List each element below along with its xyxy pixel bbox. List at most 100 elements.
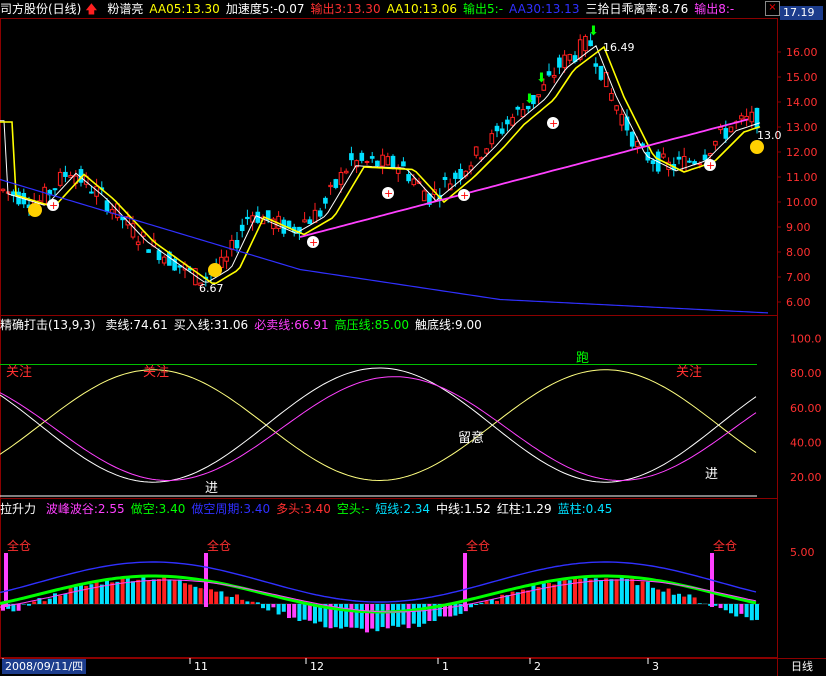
indicator2-bar bbox=[125, 577, 130, 604]
candle-body bbox=[224, 256, 229, 262]
candle-body bbox=[57, 171, 63, 186]
price-axis-label: 8.00 bbox=[786, 246, 811, 259]
indicator1-title[interactable]: 精确打击(13,9,3) bbox=[0, 318, 96, 332]
indicator2-bar bbox=[391, 604, 395, 626]
candle-body bbox=[640, 143, 645, 146]
candle-body bbox=[588, 40, 593, 47]
indicator2-bar bbox=[630, 578, 635, 604]
indicator2-bar bbox=[307, 604, 312, 621]
indicator2-bar bbox=[593, 578, 598, 604]
indicator2-bar bbox=[729, 604, 733, 614]
candle-body bbox=[156, 250, 162, 261]
header-items-item: 输出5:- bbox=[463, 2, 504, 16]
header-items-item: 加速度5:-0.07 bbox=[225, 2, 305, 16]
indicator2-bar bbox=[552, 584, 557, 604]
indicator2-bar bbox=[625, 579, 629, 604]
indicator2-bar bbox=[531, 585, 536, 604]
enter-label: 进 bbox=[705, 467, 718, 482]
price-axis-label: 13.00 bbox=[786, 121, 818, 134]
indicator2-bar bbox=[79, 585, 83, 604]
month-label: 1 bbox=[442, 660, 449, 673]
indicator2-bar bbox=[604, 578, 609, 604]
high-price-label: 16.49 bbox=[603, 41, 635, 54]
indicator2-bar bbox=[640, 581, 645, 604]
close-button[interactable]: × bbox=[765, 1, 780, 16]
candle-body bbox=[728, 126, 734, 133]
indicator2-title[interactable]: 拉升力 bbox=[0, 502, 36, 516]
indicator2-bar bbox=[177, 579, 182, 604]
red-cross-mark: + bbox=[549, 117, 558, 130]
indicator2-bar bbox=[58, 595, 63, 604]
green-arrow-down-icon: ⬇ bbox=[524, 92, 535, 107]
candle-body bbox=[380, 154, 385, 167]
candle-body bbox=[567, 54, 573, 61]
candle-body bbox=[629, 131, 635, 147]
indicator2-bar bbox=[47, 598, 52, 604]
stock-name[interactable]: 司方股份(日线) bbox=[0, 2, 81, 16]
indicator2-bar bbox=[302, 604, 307, 620]
candle-body bbox=[614, 105, 619, 111]
price-axis-label: 15.00 bbox=[786, 71, 818, 84]
candle-body bbox=[546, 71, 552, 76]
indicator2-bar bbox=[271, 604, 276, 608]
indicator2-bar bbox=[687, 594, 692, 604]
candle-body bbox=[484, 148, 489, 154]
indicator2-bar bbox=[349, 604, 354, 628]
indicator2-bar bbox=[359, 604, 364, 629]
indicator2-bar bbox=[365, 604, 369, 633]
indicator1-axis-label: 100.0 bbox=[790, 333, 822, 346]
indicator2-bar bbox=[557, 579, 562, 604]
candle-body bbox=[697, 163, 703, 166]
indicator2-bar bbox=[500, 594, 505, 604]
indicator2-bar bbox=[136, 579, 141, 604]
indicator2-items-item: 中线:1.52 bbox=[436, 502, 491, 516]
indicator2-bar bbox=[245, 601, 250, 604]
indicator2-bar bbox=[734, 604, 739, 617]
indicator1-items-item: 买入线:31.06 bbox=[173, 318, 249, 332]
indicator2-bar bbox=[68, 588, 73, 604]
candle-body bbox=[104, 200, 110, 212]
focus-label: 关注 bbox=[676, 365, 702, 380]
month-label: 12 bbox=[310, 660, 324, 673]
candle-body bbox=[135, 241, 141, 246]
indicator2-bar bbox=[385, 604, 390, 629]
candle-body bbox=[401, 161, 406, 167]
indicator1-items-item: 必卖线:66.91 bbox=[254, 318, 329, 332]
indicator2-bar bbox=[401, 604, 406, 625]
kline-chart-canvas[interactable]: 16.0015.0014.0013.0012.0011.0010.009.008… bbox=[0, 0, 826, 676]
indicator2-bar bbox=[27, 604, 31, 606]
indicator2-bar bbox=[99, 584, 104, 604]
indicator2-bar bbox=[744, 604, 749, 618]
indicator2-axis-label: 5.00 bbox=[790, 546, 815, 559]
last-price-label: 13.0 bbox=[757, 129, 782, 142]
candle-body bbox=[385, 156, 391, 166]
indicator2-bar bbox=[484, 601, 489, 604]
candle-body bbox=[52, 188, 58, 191]
candle-body bbox=[343, 170, 349, 174]
indicator1-title-bar: 精确打击(13,9,3) 卖线:74.61 买入线:31.06 必卖线:66.91 高… bbox=[0, 316, 482, 333]
candle-body bbox=[473, 146, 479, 156]
indicator2-bar bbox=[73, 586, 78, 604]
period-button[interactable]: 日线 bbox=[783, 659, 821, 674]
indicator2-bar bbox=[614, 579, 619, 604]
candle-body bbox=[749, 111, 755, 123]
candle-body bbox=[68, 175, 73, 178]
price-axis-label: 7.00 bbox=[786, 271, 811, 284]
candle-body bbox=[349, 153, 354, 161]
indicator2-bar bbox=[110, 582, 115, 604]
indicator2-bar bbox=[609, 579, 614, 604]
focus-label: 关注 bbox=[143, 365, 169, 380]
indicator2-bar bbox=[214, 591, 219, 604]
indicator1-buy-line bbox=[0, 367, 757, 483]
candle-body bbox=[692, 161, 697, 165]
candle-body bbox=[234, 239, 240, 249]
current-price-tag: 17.19 bbox=[780, 6, 823, 20]
indicator2-bar bbox=[677, 593, 681, 604]
low-price-label: 6.67 bbox=[199, 282, 224, 295]
indicator2-bar bbox=[292, 604, 297, 618]
indicator1-items-item: 高压线:85.00 bbox=[334, 318, 409, 332]
candle-body bbox=[609, 92, 614, 101]
candle-body bbox=[369, 156, 375, 159]
candle-body bbox=[359, 152, 365, 161]
header-items-item: AA10:13.06 bbox=[386, 2, 458, 16]
